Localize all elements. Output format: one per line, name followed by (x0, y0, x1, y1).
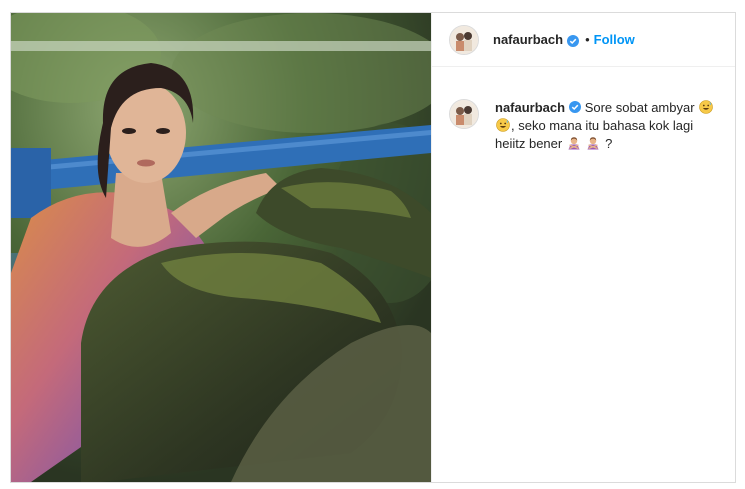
post-sidebar: nafaurbach • Follow nafaurbach Sore soba… (431, 13, 735, 482)
caption-verified-badge-icon (569, 100, 582, 113)
person-gesturing-no-icon (586, 136, 600, 150)
instagram-post: nafaurbach • Follow nafaurbach Sore soba… (10, 12, 736, 483)
post-photo-image (11, 13, 431, 482)
caption-end: ? (605, 136, 613, 151)
avatar-image (450, 25, 478, 54)
post-header: nafaurbach • Follow (432, 13, 735, 67)
caption-avatar[interactable] (449, 99, 479, 129)
header-separator: • (585, 32, 590, 47)
header-username[interactable]: nafaurbach (493, 32, 563, 47)
caption-avatar-image (450, 100, 478, 128)
post-photo[interactable] (11, 13, 431, 482)
caption-comment: nafaurbach Sore sobat ambyar , seko mana… (449, 99, 719, 153)
person-gesturing-no-icon (567, 136, 581, 150)
follow-button[interactable]: Follow (594, 32, 635, 47)
avatar[interactable] (449, 24, 479, 55)
verified-badge-icon (567, 34, 580, 47)
grinning-sweat-face-icon (496, 118, 510, 132)
caption-part-1: Sore sobat ambyar (584, 100, 695, 115)
grinning-sweat-face-icon (699, 100, 713, 114)
caption-text: nafaurbach Sore sobat ambyar , seko mana… (495, 99, 719, 153)
caption-username[interactable]: nafaurbach (495, 100, 565, 115)
